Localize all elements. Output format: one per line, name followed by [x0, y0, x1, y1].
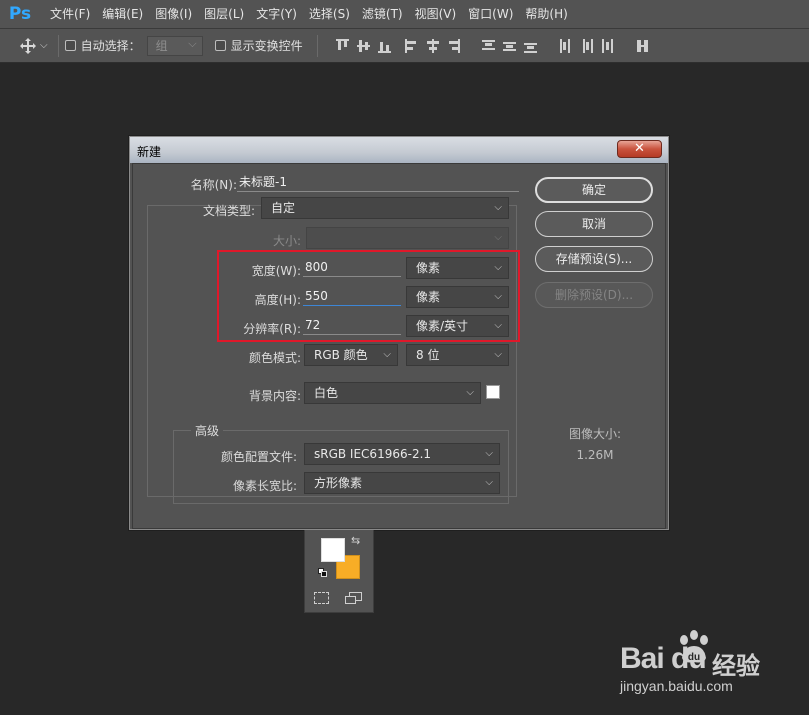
background-contents-dropdown[interactable]: 白色 ⌵ — [304, 382, 481, 404]
align-horizontal-buttons — [404, 38, 460, 53]
watermark-cn: 经验 — [712, 652, 760, 680]
distribute-horizontal-buttons — [559, 38, 614, 53]
photoshop-logo: Ps — [8, 4, 32, 24]
menu-select[interactable]: 选择(S) — [303, 0, 356, 29]
align-right-icon[interactable] — [447, 38, 460, 53]
align-bottom-icon[interactable] — [377, 39, 391, 53]
color-profile-label: 颜色配置文件: — [220, 450, 297, 464]
distribute-right-icon[interactable] — [601, 38, 614, 53]
divider — [57, 34, 59, 57]
menu-image[interactable]: 图像(I) — [149, 0, 198, 29]
menu-edit[interactable]: 编辑(E) — [96, 0, 149, 29]
chevron-down-icon: ⌵ — [40, 40, 48, 51]
highlight-box — [217, 250, 520, 342]
close-button[interactable]: ✕ — [617, 140, 662, 158]
name-input[interactable]: 未标题-1 — [235, 172, 519, 192]
pixel-aspect-value: 方形像素 — [314, 476, 363, 490]
document-type-label: 文档类型: — [202, 204, 255, 218]
chevron-down-icon: ⌵ — [494, 202, 502, 213]
paw-logo-icon: du — [680, 630, 708, 663]
chevron-down-icon: ⌵ — [485, 448, 493, 459]
tools-panel: ⇆ — [304, 530, 374, 613]
divider — [316, 34, 318, 57]
save-preset-button[interactable]: 存储预设(S)... — [535, 246, 653, 272]
show-transform-checkbox[interactable] — [214, 40, 226, 51]
chevron-down-icon: ⌵ — [383, 349, 391, 360]
svg-text:du: du — [688, 652, 700, 663]
close-icon: ✕ — [634, 141, 645, 156]
document-type-value: 自定 — [271, 201, 296, 215]
swap-colors-icon[interactable]: ⇆ — [351, 534, 360, 547]
chevron-down-icon: ⌵ — [485, 477, 493, 488]
menu-file[interactable]: 文件(F) — [44, 0, 96, 29]
options-bar: ⌵ 自动选择： 组 显示变换控件 — [0, 29, 809, 63]
dialog-title: 新建 — [137, 145, 162, 159]
menu-layer[interactable]: 图层(L) — [198, 0, 250, 29]
ok-button[interactable]: 确定 — [535, 177, 653, 203]
name-label: 名称(N): — [190, 178, 237, 192]
cancel-button[interactable]: 取消 — [535, 211, 653, 237]
align-top-icon[interactable] — [335, 38, 349, 53]
pixel-aspect-dropdown[interactable]: 方形像素 ⌵ — [304, 472, 500, 494]
distribute-vcenter-icon[interactable] — [502, 39, 516, 53]
color-mode-value: RGB 颜色 — [314, 348, 368, 362]
align-vcenter-icon[interactable] — [356, 39, 370, 53]
dialog-titlebar[interactable]: 新建 ✕ — [130, 137, 668, 163]
bit-depth-value: 8 位 — [416, 348, 440, 362]
menu-help[interactable]: 帮助(H) — [519, 0, 573, 29]
auto-select-label: 自动选择： — [80, 39, 141, 53]
menu-bar: Ps 文件(F) 编辑(E) 图像(I) 图层(L) 文字(Y) 选择(S) 滤… — [0, 0, 809, 29]
color-mode-dropdown[interactable]: RGB 颜色 ⌵ — [304, 344, 398, 366]
menu-filter[interactable]: 滤镜(T) — [356, 0, 409, 29]
size-label: 大小: — [272, 234, 301, 248]
color-profile-value: sRGB IEC61966-2.1 — [314, 447, 432, 461]
menu-window[interactable]: 窗口(W) — [462, 0, 519, 29]
default-colors-icon[interactable] — [318, 568, 328, 578]
chevron-down-icon: ⌵ — [494, 232, 502, 243]
move-tool-preset[interactable]: ⌵ — [20, 37, 48, 54]
image-size-label: 图像大小: — [568, 427, 622, 441]
auto-align-icon[interactable] — [636, 39, 649, 53]
pixel-aspect-label: 像素长宽比: — [232, 479, 297, 493]
distribute-buttons — [481, 39, 537, 53]
quick-mask-icon[interactable] — [314, 592, 329, 604]
chevron-down-icon: ⌵ — [466, 387, 474, 398]
align-left-icon[interactable] — [404, 38, 418, 53]
distribute-hcenter-icon[interactable] — [580, 38, 593, 53]
distribute-top-icon[interactable] — [481, 39, 495, 53]
show-transform-label: 显示变换控件 — [230, 39, 303, 53]
background-contents-value: 白色 — [314, 386, 339, 400]
auto-select-checkbox[interactable] — [64, 40, 76, 51]
align-hcenter-icon[interactable] — [426, 38, 439, 53]
menu-view[interactable]: 视图(V) — [409, 0, 463, 29]
auto-select-dropdown[interactable]: 组 — [146, 35, 203, 56]
background-contents-label: 背景内容: — [248, 389, 301, 403]
color-profile-dropdown[interactable]: sRGB IEC61966-2.1 ⌵ — [304, 443, 500, 465]
foreground-color-swatch[interactable] — [321, 538, 345, 562]
auto-align-buttons — [636, 39, 649, 53]
distribute-left-icon[interactable] — [559, 38, 572, 53]
name-input-underline — [237, 191, 519, 192]
watermark-url: jingyan.baidu.com — [620, 678, 733, 694]
bit-depth-dropdown[interactable]: 8 位 ⌵ — [406, 344, 509, 366]
chevron-down-icon: ⌵ — [494, 349, 502, 360]
color-mode-label: 颜色模式: — [248, 351, 301, 365]
distribute-bottom-icon[interactable] — [523, 39, 537, 53]
baidu-jingyan-watermark: Bai du du 经验 jingyan.baidu.com — [620, 628, 770, 700]
size-dropdown: ⌵ — [306, 227, 509, 249]
new-document-dialog: 新建 ✕ 名称(N): 未标题-1 文档类型: 自定 ⌵ 大小: ⌵ 宽度(W)… — [129, 136, 669, 530]
image-size-value: 1.26M — [576, 448, 614, 462]
menu-type[interactable]: 文字(Y) — [250, 0, 303, 29]
dialog-body: 名称(N): 未标题-1 文档类型: 自定 ⌵ 大小: ⌵ 宽度(W): 800… — [132, 163, 666, 529]
document-type-dropdown[interactable]: 自定 ⌵ — [261, 197, 509, 219]
advanced-label: 高级 — [191, 422, 224, 439]
background-color-swatch[interactable] — [486, 385, 500, 399]
delete-preset-button: 删除预设(D)... — [535, 282, 653, 308]
align-buttons — [335, 38, 391, 53]
move-icon — [20, 37, 36, 54]
screen-mode-icon[interactable] — [345, 592, 363, 605]
